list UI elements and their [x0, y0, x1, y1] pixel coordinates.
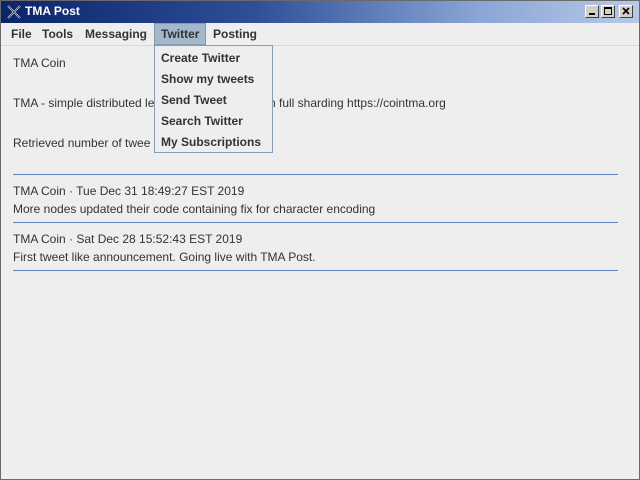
tweet-header: TMA Coin · Tue Dec 31 18:49:27 EST 2019: [13, 184, 245, 198]
close-button[interactable]: [619, 5, 633, 18]
minimize-icon: [589, 13, 595, 15]
tma-x-icon: [7, 5, 21, 19]
menu-item-send-tweet[interactable]: Send Tweet: [161, 90, 227, 111]
account-description-right: n full sharding https://cointma.org: [269, 96, 446, 110]
menu-item-search-twitter[interactable]: Search Twitter: [161, 111, 243, 132]
menu-tools[interactable]: Tools: [36, 23, 79, 45]
menu-posting[interactable]: Posting: [207, 23, 263, 45]
maximize-icon: [604, 7, 612, 15]
menu-item-create-twitter[interactable]: Create Twitter: [161, 48, 240, 69]
account-description: TMA - simple distributed le: [13, 96, 155, 110]
maximize-button[interactable]: [601, 5, 615, 18]
retrieved-count: Retrieved number of twee: [13, 136, 151, 150]
separator: [13, 174, 618, 175]
tweet-header: TMA Coin · Sat Dec 28 15:52:43 EST 2019: [13, 232, 243, 246]
separator: [13, 270, 618, 271]
account-name: TMA Coin: [13, 56, 66, 70]
menu-file[interactable]: File: [5, 23, 38, 45]
menu-bar: File Tools Messaging Twitter Posting: [1, 23, 639, 46]
window-title: TMA Post: [25, 4, 80, 18]
separator: [13, 222, 618, 223]
menu-twitter[interactable]: Twitter: [154, 23, 207, 45]
menu-item-show-my-tweets[interactable]: Show my tweets: [161, 69, 254, 90]
menu-messaging[interactable]: Messaging: [79, 23, 153, 45]
close-icon: [622, 7, 630, 15]
main-content: TMA Coin TMA - simple distributed le n f…: [1, 46, 639, 479]
minimize-button[interactable]: [585, 5, 599, 18]
twitter-menu-dropdown: Create Twitter Show my tweets Send Tweet…: [154, 45, 273, 153]
title-bar[interactable]: TMA Post: [1, 1, 639, 23]
tweet-body: First tweet like announcement. Going liv…: [13, 250, 316, 264]
tweet-body: More nodes updated their code containing…: [13, 202, 376, 216]
app-window: TMA Post File Tools Messaging Twitter Po…: [0, 0, 640, 480]
menu-item-my-subscriptions[interactable]: My Subscriptions: [161, 132, 261, 153]
